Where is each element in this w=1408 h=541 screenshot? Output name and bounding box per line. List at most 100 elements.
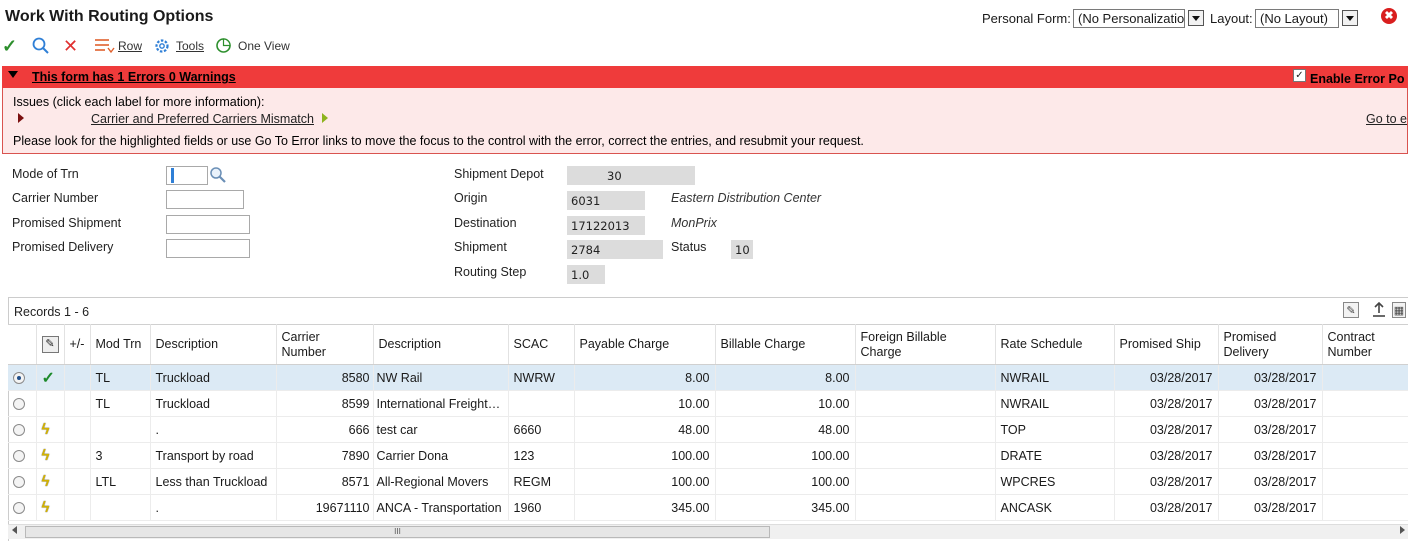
row-select-cell[interactable] bbox=[8, 364, 37, 391]
cell-carrier-desc: NW Rail bbox=[373, 364, 509, 391]
grid-column-header[interactable]: Contract Number bbox=[1322, 324, 1408, 365]
layout-dropdown-icon[interactable] bbox=[1342, 10, 1358, 26]
row-select-cell[interactable] bbox=[8, 416, 37, 443]
promised-delivery-input[interactable] bbox=[166, 239, 250, 258]
cell-payable: 8.00 bbox=[574, 364, 716, 391]
cell-scac: REGM bbox=[508, 468, 575, 495]
grid-column-header[interactable]: Promised Ship bbox=[1114, 324, 1219, 365]
grid-column-header[interactable]: Payable Charge bbox=[574, 324, 716, 365]
grid-column-header[interactable]: +/- bbox=[64, 324, 91, 365]
mode-of-trn-label: Mode of Trn bbox=[12, 167, 79, 181]
routing-step-label: Routing Step bbox=[454, 265, 527, 279]
cell-contract bbox=[1322, 494, 1408, 521]
row-select-cell[interactable] bbox=[8, 494, 37, 521]
table-row[interactable]: ϟ 3 Transport by road 7890 Carrier Dona 123 10… bbox=[8, 442, 1408, 469]
cell-foreign bbox=[855, 364, 996, 391]
grid-settings-icon[interactable]: ▦ bbox=[1392, 302, 1406, 318]
table-row[interactable]: ϟ LTL Less than Truckload 8571 All-Regional … bbox=[8, 468, 1408, 495]
grid-column-header[interactable]: Carrier Number bbox=[276, 324, 374, 365]
cell-mod: TL bbox=[90, 364, 151, 391]
table-row[interactable]: ✓ TL Truckload 8580 NW Rail NWRW 8.00 8.00 NWRAI… bbox=[8, 364, 1408, 391]
origin-value: 6031 bbox=[567, 191, 645, 210]
attach-icon[interactable]: ✎ bbox=[41, 336, 59, 353]
destination-description: MonPrix bbox=[671, 216, 717, 230]
row-radio-button[interactable] bbox=[13, 502, 25, 515]
row-menu-button[interactable]: Row bbox=[118, 36, 142, 56]
grid-column-header[interactable]: Promised Delivery bbox=[1218, 324, 1323, 365]
go-arrow-icon[interactable] bbox=[322, 113, 328, 123]
export-icon[interactable] bbox=[1370, 301, 1388, 319]
cell-payable: 345.00 bbox=[574, 494, 716, 521]
cell-carrier: 666 bbox=[276, 416, 374, 443]
grid-column-header[interactable]: Foreign Billable Charge bbox=[855, 324, 996, 365]
row-expand-cell bbox=[64, 416, 91, 443]
ok-button[interactable]: ✓ bbox=[2, 36, 17, 56]
grid-edit-icon[interactable]: ✎ bbox=[1343, 302, 1359, 318]
text-cursor bbox=[171, 168, 174, 183]
row-radio-button[interactable] bbox=[13, 372, 25, 385]
carrier-number-input[interactable] bbox=[166, 190, 244, 209]
layout-select[interactable]: (No Layout) bbox=[1255, 9, 1339, 28]
grid-column-header[interactable]: Rate Schedule bbox=[995, 324, 1115, 365]
cell-carrier-desc: ANCA - Transportation bbox=[373, 494, 509, 521]
routing-step-value: 1.0 bbox=[567, 265, 605, 284]
cell-scac: 1960 bbox=[508, 494, 575, 521]
cell-foreign bbox=[855, 416, 996, 443]
collapse-arrow-icon[interactable] bbox=[8, 71, 18, 78]
error-issue-link[interactable]: Carrier and Preferred Carriers Mismatch bbox=[91, 112, 314, 126]
cell-ship: 03/28/2017 bbox=[1114, 390, 1219, 417]
row-expand-cell bbox=[64, 468, 91, 495]
cell-foreign bbox=[855, 442, 996, 469]
row-select-cell[interactable] bbox=[8, 468, 37, 495]
cell-delivery: 03/28/2017 bbox=[1218, 442, 1323, 469]
grid-column-header[interactable]: Description bbox=[373, 324, 509, 365]
row-radio-button[interactable] bbox=[13, 450, 25, 463]
cell-contract bbox=[1322, 468, 1408, 495]
grid-column-header[interactable]: Description bbox=[150, 324, 277, 365]
scroll-left-icon[interactable] bbox=[12, 526, 17, 534]
promised-shipment-input[interactable] bbox=[166, 215, 250, 234]
scroll-right-icon[interactable] bbox=[1400, 526, 1405, 534]
tools-menu-button[interactable]: Tools bbox=[176, 36, 204, 56]
one-view-button[interactable]: One View bbox=[238, 36, 290, 56]
grid-header-row: ✎ +/- Mod Trn Description Carrier Number… bbox=[8, 324, 1408, 365]
error-summary-title[interactable]: This form has 1 Errors 0 Warnings bbox=[32, 70, 236, 84]
cell-billable: 10.00 bbox=[715, 390, 856, 417]
row-status-cell bbox=[36, 390, 65, 417]
grid-column-header[interactable]: Billable Charge bbox=[715, 324, 856, 365]
row-status-cell: ϟ bbox=[36, 494, 65, 521]
destination-value: 17122013 bbox=[567, 216, 645, 235]
cancel-button[interactable]: ✕ bbox=[63, 36, 78, 56]
cell-billable: 8.00 bbox=[715, 364, 856, 391]
row-menu-label: Row bbox=[118, 39, 143, 53]
grid-column-header[interactable]: ✎ bbox=[36, 324, 65, 365]
row-radio-button[interactable] bbox=[13, 398, 25, 411]
personal-form-select[interactable]: (No Personalization) bbox=[1073, 9, 1185, 28]
check-icon: ✓ bbox=[41, 369, 55, 387]
cell-scac: NWRW bbox=[508, 364, 575, 391]
issues-heading: Issues (click each label for more inform… bbox=[13, 95, 265, 109]
table-row[interactable]: ϟ. 666 test car 6660 48.00 48.00 TOP 03/28/2017… bbox=[8, 416, 1408, 443]
row-radio-button[interactable] bbox=[13, 424, 25, 437]
search-icon[interactable] bbox=[209, 166, 227, 184]
grid-column-header[interactable]: Mod Trn bbox=[90, 324, 151, 365]
carrier-number-label: Carrier Number bbox=[12, 191, 99, 205]
cell-desc: Truckload bbox=[150, 364, 277, 391]
scrollbar-thumb[interactable]: III bbox=[25, 526, 770, 538]
cell-payable: 100.00 bbox=[574, 442, 716, 469]
grid-column-header[interactable]: SCAC bbox=[508, 324, 575, 365]
origin-description: Eastern Distribution Center bbox=[671, 191, 822, 205]
go-to-error-link[interactable]: Go to e bbox=[1366, 112, 1407, 126]
enable-error-checkbox[interactable]: ✓ bbox=[1293, 69, 1306, 82]
personal-form-dropdown-icon[interactable] bbox=[1188, 10, 1204, 26]
table-row[interactable]: TL Truckload 8599 International Freight F..… bbox=[8, 390, 1408, 417]
cell-billable: 100.00 bbox=[715, 468, 856, 495]
cell-delivery: 03/28/2017 bbox=[1218, 494, 1323, 521]
row-radio-button[interactable] bbox=[13, 476, 25, 489]
find-button[interactable] bbox=[32, 37, 49, 54]
close-icon[interactable]: ✖ bbox=[1381, 8, 1397, 24]
table-row[interactable]: ϟ. 19671110 ANCA - Transportation 1960 345.0… bbox=[8, 494, 1408, 521]
cell-carrier-desc: test car bbox=[373, 416, 509, 443]
row-select-cell[interactable] bbox=[8, 442, 37, 469]
row-select-cell[interactable] bbox=[8, 390, 37, 417]
